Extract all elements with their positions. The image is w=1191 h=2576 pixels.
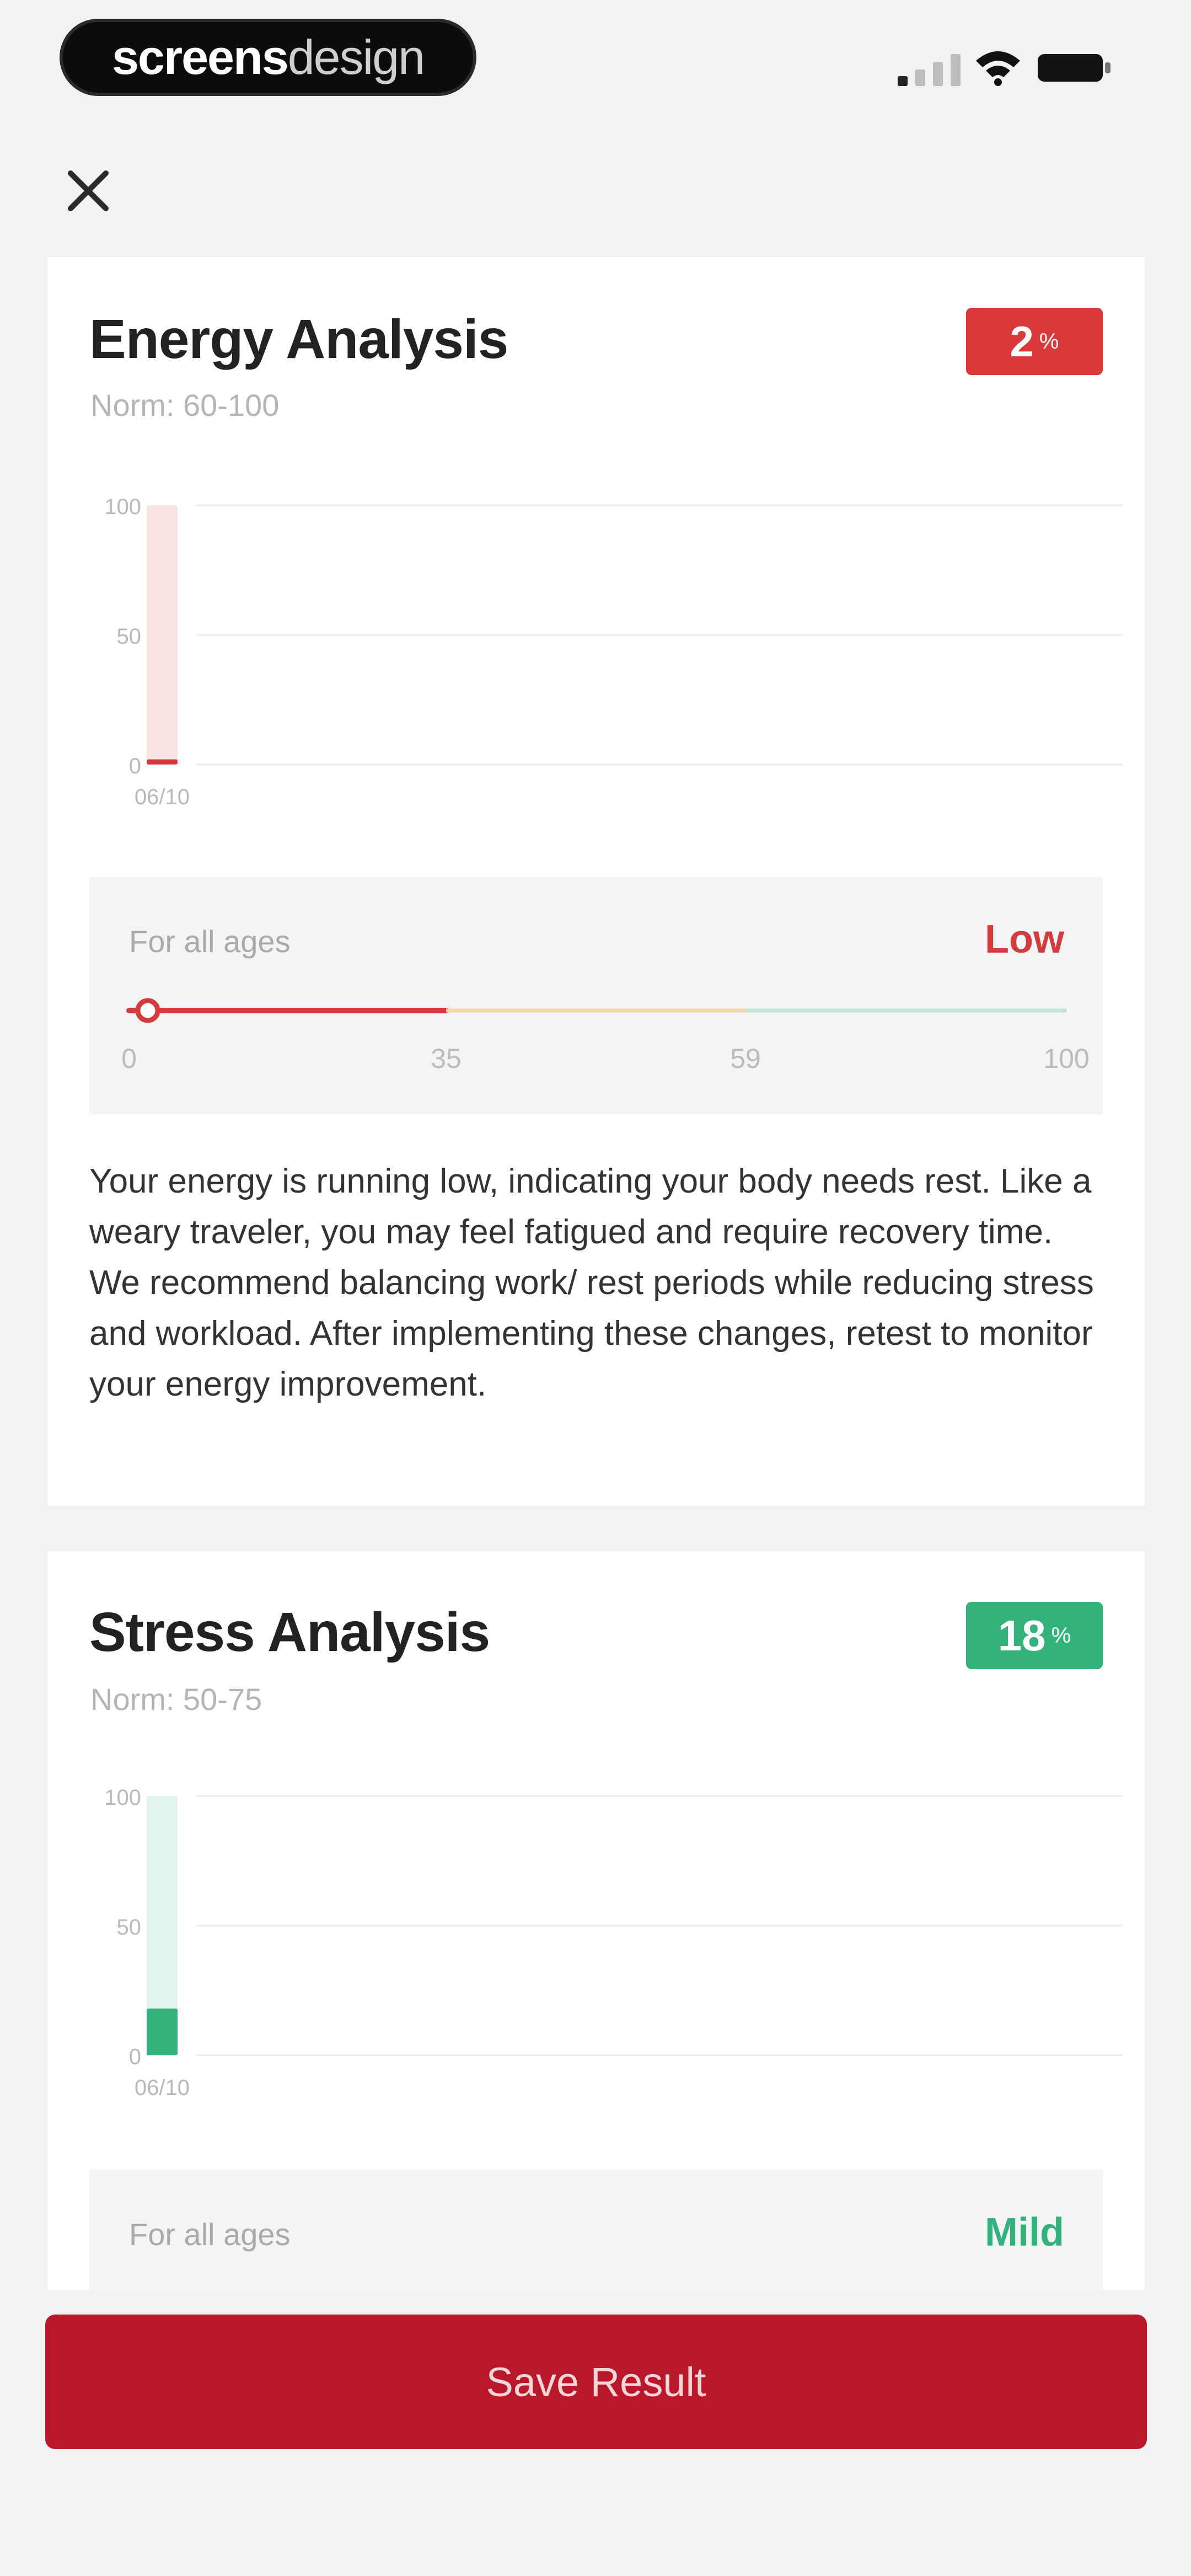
- range-tick: 100: [1043, 1043, 1090, 1074]
- y-tick-label: 0: [129, 754, 141, 778]
- y-tick-label: 50: [117, 1915, 142, 1939]
- status-bar: screens design: [0, 0, 1191, 110]
- y-tick-label: 100: [104, 495, 141, 519]
- close-icon: [68, 170, 109, 211]
- signal-icon: [898, 54, 961, 86]
- energy-range-ticks: 0 35 59 100: [121, 1043, 1090, 1076]
- range-tick: 0: [121, 1043, 137, 1074]
- stress-score-unit: %: [1051, 1623, 1071, 1648]
- stress-chart-svg: 100 50 0 06/10: [104, 1786, 1123, 2100]
- save-result-label: Save Result: [486, 2359, 706, 2405]
- brand-logo: screens design: [60, 19, 476, 96]
- bar: [147, 2008, 178, 2055]
- energy-title: Energy Analysis: [89, 308, 508, 370]
- stress-level-label: Mild: [985, 2210, 1064, 2254]
- y-tick-label: 0: [129, 2045, 141, 2069]
- y-tick-label: 100: [104, 1786, 141, 1810]
- energy-description: Your energy is running low, indicating y…: [89, 1162, 1094, 1403]
- energy-range-caption: For all ages: [129, 924, 291, 959]
- y-tick-label: 50: [117, 624, 142, 649]
- stress-range-panel: For all ages Mild: [89, 2170, 1103, 2290]
- stress-score-badge: 18%: [966, 1602, 1103, 1669]
- stress-chart: 100 50 0 06/10: [81, 1779, 1128, 2155]
- energy-score-badge: 2%: [966, 308, 1103, 375]
- range-tick: 59: [730, 1043, 761, 1074]
- energy-analysis-card: Energy Analysis Norm: 60-100 2% 100 50 0 06…: [47, 257, 1145, 1506]
- x-tick-label: 06/10: [135, 785, 190, 809]
- bar: [147, 759, 178, 765]
- save-result-button[interactable]: Save Result: [45, 2315, 1147, 2449]
- range-tick: 35: [431, 1043, 462, 1074]
- wifi-icon: [976, 51, 1020, 86]
- battery-icon: [1038, 54, 1110, 82]
- x-tick-label: 06/10: [135, 2076, 190, 2100]
- energy-range-panel: For all ages Low 0 35 59 100: [89, 877, 1103, 1114]
- close-button[interactable]: [61, 163, 116, 218]
- bar-track: [147, 505, 178, 765]
- energy-norm: Norm: 60-100: [90, 388, 280, 423]
- energy-range-marker: [135, 998, 160, 1023]
- energy-score-unit: %: [1039, 329, 1059, 354]
- energy-chart-svg: 100 50 0 06/10: [104, 495, 1123, 809]
- brand-logo-bold: screens: [111, 30, 289, 84]
- stress-analysis-card: Stress Analysis Norm: 50-75 18% 100 50 0 06…: [47, 1551, 1145, 2290]
- stress-norm: Norm: 50-75: [90, 1682, 262, 1717]
- energy-range-bar: [126, 998, 1066, 1023]
- energy-level-label: Low: [985, 917, 1064, 961]
- energy-chart: 100 50 0 06/10: [81, 489, 1128, 864]
- energy-score-value: 2: [1010, 317, 1034, 366]
- stress-title: Stress Analysis: [89, 1601, 490, 1663]
- stress-range-caption: For all ages: [129, 2217, 291, 2252]
- brand-logo-light: design: [287, 30, 425, 84]
- stress-score-value: 18: [997, 1611, 1046, 1660]
